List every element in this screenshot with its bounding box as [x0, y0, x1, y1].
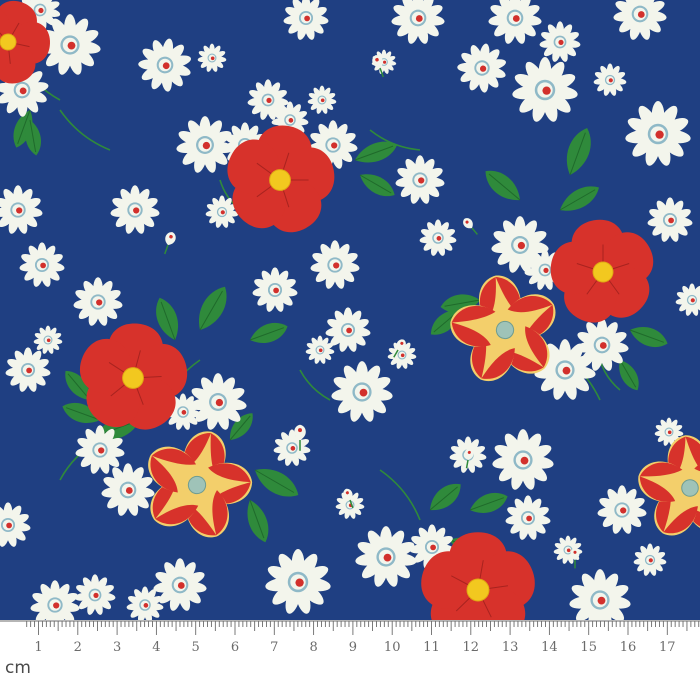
ruler-number-14: 14 — [541, 640, 558, 655]
ruler-number-12: 12 — [463, 640, 480, 655]
ruler-number-13: 13 — [502, 640, 519, 655]
ruler-number-6: 6 — [231, 640, 239, 655]
ruler-number-8: 8 — [309, 640, 317, 655]
ruler-number-11: 11 — [423, 640, 440, 655]
ruler-number-15: 15 — [580, 640, 597, 655]
ruler-number-9: 9 — [349, 640, 357, 655]
ruler-number-1: 1 — [34, 640, 42, 655]
ruler-number-16: 16 — [620, 640, 637, 655]
ruler-number-2: 2 — [74, 640, 82, 655]
ruler-unit-label: cm — [5, 658, 31, 678]
cm-ruler: 1 2 3 4 5 6 7 8 9 10 11 12 13 14 15 16 17cm — [0, 620, 700, 700]
ruler-number-7: 7 — [270, 640, 278, 655]
ruler-background — [0, 620, 700, 700]
ruler-number-4: 4 — [152, 640, 160, 655]
ruler-number-10: 10 — [384, 640, 401, 655]
ruler-number-3: 3 — [113, 640, 121, 655]
fabric-swatch — [0, 0, 700, 622]
ruler-number-5: 5 — [192, 640, 200, 655]
ruler-number-17: 17 — [659, 640, 676, 655]
product-image: 1 2 3 4 5 6 7 8 9 10 11 12 13 14 15 16 17 cm — [0, 0, 700, 700]
